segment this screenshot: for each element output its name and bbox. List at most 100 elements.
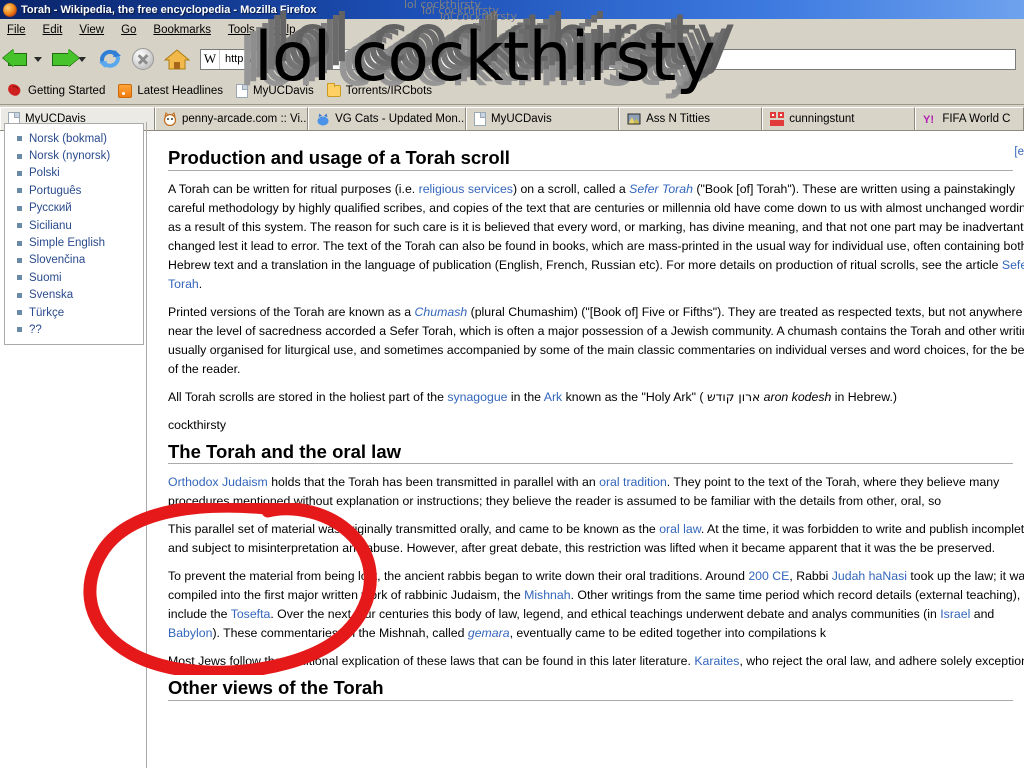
sidebar-item-language[interactable]: Suomi bbox=[5, 269, 143, 286]
photo-icon bbox=[627, 112, 641, 126]
tab-strip: MyUCDavis penny-arcade.com :: Vi... VG C… bbox=[0, 105, 1024, 131]
section-heading-oral-law: The Torah and the oral law bbox=[168, 442, 1013, 464]
sidebar-item-language[interactable]: Sicilianu bbox=[5, 217, 143, 234]
sidebar-item-language[interactable]: Русский bbox=[5, 200, 143, 217]
sidebar-item-language[interactable]: Simple English bbox=[5, 234, 143, 251]
reload-button[interactable] bbox=[98, 47, 122, 71]
article-content: [e Production and usage of a Torah scrol… bbox=[156, 131, 1024, 768]
menu-file[interactable]: File bbox=[7, 24, 26, 36]
bullet-icon bbox=[17, 136, 22, 142]
forward-history-chevron-down-icon[interactable] bbox=[78, 56, 86, 62]
link-oral-law[interactable]: oral law bbox=[659, 522, 701, 536]
bullet-icon bbox=[17, 153, 22, 159]
link-orthodox-judaism[interactable]: Orthodox Judaism bbox=[168, 475, 268, 489]
tab-label: cunningstunt bbox=[789, 113, 855, 125]
menu-view[interactable]: View bbox=[79, 24, 104, 36]
back-button[interactable] bbox=[6, 47, 48, 71]
tab-label: VG Cats - Updated Mon... bbox=[335, 113, 467, 125]
sidebar-item-language[interactable]: Türkçe bbox=[5, 304, 143, 321]
content-divider bbox=[146, 122, 147, 768]
link-babylon[interactable]: Babylon bbox=[168, 626, 212, 640]
link-sefer-torah[interactable]: Sefer Torah bbox=[629, 182, 693, 196]
link-oral-tradition[interactable]: oral tradition bbox=[599, 475, 667, 489]
window-titlebar: Torah - Wikipedia, the free encyclopedia… bbox=[0, 0, 1024, 19]
tab-label: penny-arcade.com :: Vi... bbox=[182, 113, 309, 125]
link-gemara[interactable]: gemara bbox=[468, 626, 510, 640]
paragraph: This parallel set of material was origin… bbox=[168, 522, 1024, 555]
menu-edit[interactable]: Edit bbox=[43, 24, 63, 36]
section-heading-other-views: Other views of the Torah bbox=[168, 678, 1013, 701]
bullet-icon bbox=[17, 327, 22, 333]
bookmark-getting-started[interactable]: Getting Started bbox=[7, 84, 105, 98]
bookmark-label: Torrents/IRCbots bbox=[345, 85, 433, 97]
reload-icon bbox=[99, 49, 121, 68]
sidebar-item-language[interactable]: Norsk (nynorsk) bbox=[5, 147, 143, 164]
bookmark-latest-headlines[interactable]: Latest Headlines bbox=[118, 84, 223, 98]
menu-tools[interactable]: Tools bbox=[228, 24, 255, 36]
sidebar-item-language[interactable]: ?? bbox=[5, 321, 143, 338]
link-200-ce[interactable]: 200 CE bbox=[748, 569, 789, 583]
folder-icon bbox=[326, 83, 341, 97]
menu-bar: File Edit View Go Bookmarks Tools Help bbox=[0, 19, 1024, 40]
paragraph: Printed versions of the Torah are known … bbox=[168, 304, 1024, 376]
bullet-icon bbox=[17, 188, 22, 194]
sidebar-item-language[interactable]: Slovenčina bbox=[5, 252, 143, 269]
link-sefer-torah-2[interactable]: Sefer Torah bbox=[168, 258, 1024, 291]
link-synagogue[interactable]: synagogue bbox=[447, 390, 507, 404]
bullet-icon bbox=[17, 292, 22, 298]
penny-arcade-icon bbox=[163, 112, 177, 127]
sidebar-item-language[interactable]: Polski bbox=[5, 165, 143, 182]
back-history-chevron-down-icon[interactable] bbox=[34, 56, 42, 62]
link-israel[interactable]: Israel bbox=[940, 607, 970, 621]
tab-label: Ass N Titties bbox=[646, 113, 710, 125]
language-label: Svenska bbox=[29, 289, 74, 302]
link-karaites[interactable]: Karaites bbox=[694, 654, 739, 668]
tab-myucdavis-2[interactable]: MyUCDavis bbox=[466, 107, 620, 130]
window-title: Torah - Wikipedia, the free encyclopedia… bbox=[21, 3, 317, 16]
paragraph: Most Jews follow the traditional explica… bbox=[168, 654, 1024, 668]
menu-bookmarks[interactable]: Bookmarks bbox=[153, 24, 211, 36]
forward-arrow-icon bbox=[50, 47, 76, 71]
menu-go[interactable]: Go bbox=[121, 24, 136, 36]
browser-window: Torah - Wikipedia, the free encyclopedia… bbox=[0, 0, 1024, 768]
document-icon bbox=[236, 84, 249, 98]
home-button[interactable] bbox=[163, 47, 191, 71]
language-label: Русский bbox=[29, 202, 72, 215]
tab-ass-n-titties[interactable]: Ass N Titties bbox=[619, 107, 763, 130]
tab-label: MyUCDavis bbox=[491, 113, 552, 125]
link-chumash[interactable]: Chumash bbox=[415, 305, 468, 319]
document-icon bbox=[474, 112, 487, 126]
yahoo-icon: Y! bbox=[923, 112, 937, 126]
link-judah-hanasi[interactable]: Judah haNasi bbox=[832, 569, 907, 583]
language-label: Polski bbox=[29, 167, 60, 180]
paragraph: A Torah can be written for ritual purpos… bbox=[168, 180, 1024, 294]
tab-cunningstunt[interactable]: cunningstunt bbox=[762, 107, 916, 130]
hebrew-text: ארון קודש bbox=[706, 389, 761, 404]
section-heading-production: Production and usage of a Torah scroll bbox=[168, 148, 1013, 171]
site-favicon-icon: W bbox=[201, 49, 220, 69]
edit-section-link[interactable]: [e bbox=[1014, 146, 1024, 159]
sidebar-item-language[interactable]: Svenska bbox=[5, 287, 143, 304]
sidebar-item-language[interactable]: Português bbox=[5, 182, 143, 199]
sidebar: Norsk (bokmal) Norsk (nynorsk) Polski Po… bbox=[0, 123, 146, 768]
tab-penny-arcade[interactable]: penny-arcade.com :: Vi... bbox=[155, 107, 309, 130]
menu-help[interactable]: Help bbox=[272, 24, 296, 36]
paragraph: Orthodox Judaism holds that the Torah ha… bbox=[168, 475, 1000, 508]
address-bar[interactable]: W http:// bbox=[200, 48, 1016, 70]
tab-vg-cats[interactable]: VG Cats - Updated Mon... bbox=[308, 107, 467, 130]
stop-button[interactable] bbox=[132, 48, 154, 70]
link-ark[interactable]: Ark bbox=[544, 390, 562, 404]
sidebar-item-language[interactable]: Norsk (bokmal) bbox=[5, 130, 143, 147]
language-label: Norsk (nynorsk) bbox=[29, 150, 111, 163]
bookmark-torrents-ircbots[interactable]: Torrents/IRCbots bbox=[326, 83, 433, 97]
navigation-toolbar: W http:// bbox=[0, 40, 1024, 78]
link-mishnah[interactable]: Mishnah bbox=[524, 588, 570, 602]
link-tosefta[interactable]: Tosefta bbox=[231, 607, 271, 621]
bullet-icon bbox=[17, 205, 22, 211]
bullet-icon bbox=[17, 310, 22, 316]
address-bar-input[interactable]: http:// bbox=[220, 53, 253, 65]
forward-button[interactable] bbox=[50, 47, 92, 71]
tab-fifa-world-cup[interactable]: Y! FIFA World C bbox=[915, 107, 1024, 130]
link-religious-services[interactable]: religious services bbox=[419, 182, 513, 196]
bookmark-myucdavis[interactable]: MyUCDavis bbox=[236, 84, 314, 98]
